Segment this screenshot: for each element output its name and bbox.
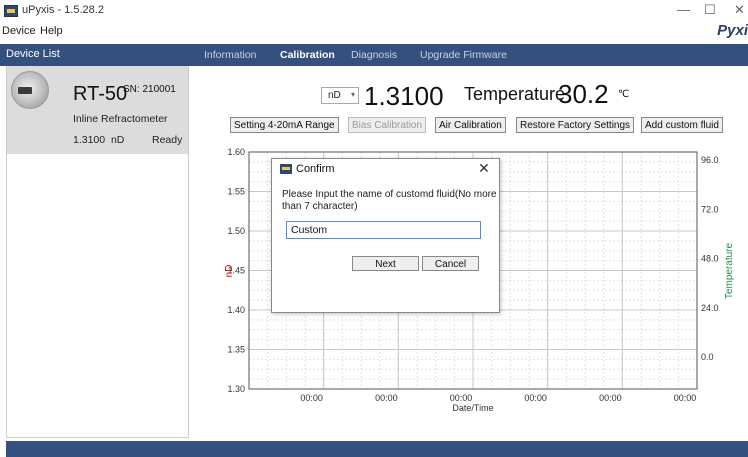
menu-device[interactable]: Device (2, 25, 36, 37)
dialog-message: Please Input the name of customd fluid(N… (282, 189, 497, 212)
y-right-tick-label: 96.0 (701, 155, 719, 165)
menu-bar: Device Help (0, 22, 700, 42)
device-model: RT-50 (73, 83, 128, 105)
refractometer-icon (11, 71, 49, 109)
x-tick-label: 00:00 (300, 393, 323, 403)
close-button[interactable]: ✕ (734, 2, 745, 18)
dialog-close-button[interactable]: ✕ (478, 160, 490, 177)
y-axis-right-label: Temperature (724, 242, 735, 299)
tab-bar: Device List Information Calibration Diag… (0, 44, 748, 66)
nd-value: 1.3100 (364, 81, 444, 111)
x-tick-label: 00:00 (375, 393, 398, 403)
y-left-tick-label: 1.30 (227, 384, 245, 394)
x-tick-label: 00:00 (599, 393, 622, 403)
y-right-tick-label: 48.0 (701, 254, 719, 264)
y-right-tick-label: 24.0 (701, 303, 719, 313)
y-right-tick-label: 72.0 (701, 204, 719, 214)
temperature-value: 30.2 (558, 79, 609, 109)
tab-information[interactable]: Information (204, 49, 257, 61)
air-calibration-button[interactable]: Air Calibration (435, 117, 506, 133)
y-left-tick-label: 1.60 (227, 147, 245, 157)
x-axis-label: Date/Time (452, 403, 493, 413)
next-button[interactable]: Next (352, 256, 419, 271)
temperature-label: Temperature (464, 84, 566, 104)
cancel-button[interactable]: Cancel (422, 256, 479, 271)
y-left-tick-label: 1.55 (227, 187, 245, 197)
y-left-tick-label: 1.50 (227, 226, 245, 236)
app-icon (4, 5, 18, 17)
status-bar (6, 441, 748, 457)
device-serial: SN: 210001 (123, 84, 176, 95)
tab-upgrade-firmware[interactable]: Upgrade Firmware (420, 49, 507, 61)
unit-select-value: nD (328, 90, 341, 101)
brand-logo: Pyxi (717, 22, 748, 39)
device-status: Ready (152, 134, 183, 146)
minimize-button[interactable]: — (677, 2, 690, 17)
device-card[interactable]: RT-50 SN: 210001 Inline Refractometer 1.… (7, 66, 188, 154)
tab-calibration[interactable]: Calibration (280, 49, 335, 61)
y-right-tick-label: 0.0 (701, 352, 714, 362)
title-bar: uPyxis - 1.5.28.2 — ☐ ✕ (0, 0, 748, 22)
dialog-title: Confirm (296, 163, 335, 175)
device-list-header: Device List (6, 48, 60, 60)
add-custom-fluid-button[interactable]: Add custom fluid (641, 117, 723, 133)
x-tick-label: 00:00 (450, 393, 473, 403)
menu-help[interactable]: Help (40, 25, 63, 37)
y-left-tick-label: 1.35 (227, 345, 245, 355)
unit-select[interactable]: nD ▾ (321, 87, 359, 104)
device-list: RT-50 SN: 210001 Inline Refractometer 1.… (6, 66, 189, 438)
window-title: uPyxis - 1.5.28.2 (22, 4, 104, 16)
y-axis-left-label: nD (224, 265, 235, 278)
temperature-unit: ℃ (618, 89, 630, 100)
y-left-tick-label: 1.45 (227, 266, 245, 276)
restore-factory-settings-button[interactable]: Restore Factory Settings (516, 117, 635, 133)
maximize-button[interactable]: ☐ (704, 2, 716, 18)
app-icon (280, 164, 292, 174)
fluid-name-input[interactable] (286, 221, 481, 239)
x-tick-label: 00:00 (524, 393, 547, 403)
setting-4-20ma-range-button[interactable]: Setting 4-20mA Range (230, 117, 339, 133)
bias-calibration-button[interactable]: Bias Calibration (348, 117, 427, 133)
x-tick-label: 00:00 (674, 393, 697, 403)
device-type: Inline Refractometer (73, 113, 168, 125)
device-reading: 1.3100 nD (73, 134, 125, 146)
tab-diagnosis[interactable]: Diagnosis (351, 49, 397, 61)
chevron-down-icon: ▾ (350, 90, 355, 99)
confirm-dialog: Confirm ✕ Please Input the name of custo… (271, 158, 500, 313)
y-left-tick-label: 1.40 (227, 305, 245, 315)
